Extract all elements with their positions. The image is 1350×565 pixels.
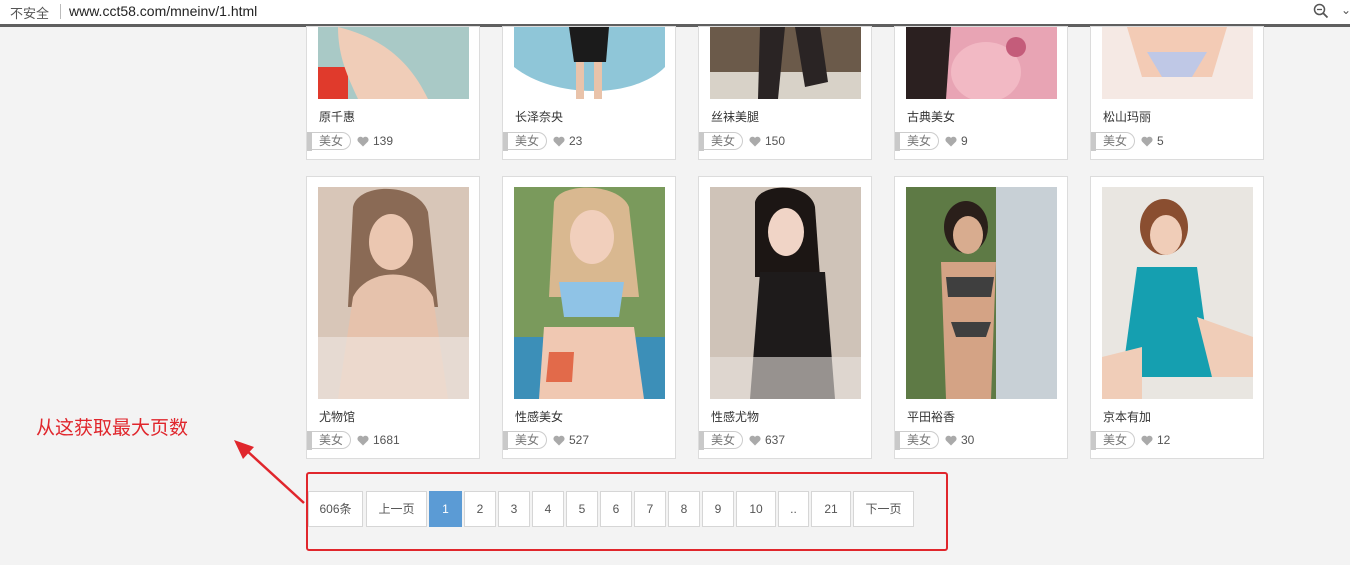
heart-icon[interactable] <box>553 435 565 446</box>
address-separator <box>60 4 61 19</box>
card-meta: 美女 637 <box>699 431 849 450</box>
annotation-text: 从这获取最大页数 <box>36 418 189 439</box>
page-button[interactable]: 2 <box>464 491 496 527</box>
card-title[interactable]: 原千惠 <box>319 108 355 125</box>
category-tag[interactable]: 美女 <box>307 132 352 151</box>
card-meta: 美女 150 <box>699 132 849 151</box>
card-photo[interactable] <box>710 187 861 399</box>
page-button[interactable]: 9 <box>702 491 734 527</box>
heart-icon[interactable] <box>749 136 761 147</box>
security-label[interactable]: 不安全 <box>10 3 49 22</box>
heart-icon[interactable] <box>945 435 957 446</box>
prev-page-button[interactable]: 上一页 <box>366 491 427 527</box>
page-button[interactable]: 10 <box>736 491 776 527</box>
page-button[interactable]: 7 <box>634 491 666 527</box>
card-meta: 美女 5 <box>1091 132 1241 151</box>
zoom-icon[interactable] <box>1312 2 1330 20</box>
card-meta: 美女 12 <box>1091 431 1241 450</box>
photo-card[interactable]: 平田裕香 美女 30 <box>894 176 1068 459</box>
more-icon[interactable]: ⌄ <box>1341 3 1350 17</box>
heart-icon[interactable] <box>357 435 369 446</box>
heart-icon[interactable] <box>1141 136 1153 147</box>
category-tag[interactable]: 美女 <box>1091 431 1136 450</box>
card-photo[interactable] <box>906 187 1057 399</box>
photo-card[interactable]: 京本有加 美女 12 <box>1090 176 1264 459</box>
card-title[interactable]: 性感美女 <box>515 408 563 425</box>
total-count: 606条 <box>308 491 363 527</box>
photo-card[interactable]: 尤物馆 美女 1681 <box>306 176 480 459</box>
card-photo[interactable] <box>906 27 1057 99</box>
heart-icon[interactable] <box>357 136 369 147</box>
card-meta: 美女 9 <box>895 132 1045 151</box>
next-page-button[interactable]: 下一页 <box>853 491 914 527</box>
card-photo[interactable] <box>1102 187 1253 399</box>
heart-icon[interactable] <box>1141 435 1153 446</box>
page-button[interactable]: 8 <box>668 491 700 527</box>
card-photo[interactable] <box>710 27 861 99</box>
category-tag[interactable]: 美女 <box>699 431 744 450</box>
page-button[interactable]: 6 <box>600 491 632 527</box>
card-meta: 美女 30 <box>895 431 1045 450</box>
category-tag[interactable]: 美女 <box>895 431 940 450</box>
photo-card[interactable]: 原千惠 美女 139 <box>306 26 480 160</box>
card-photo[interactable] <box>1102 27 1253 99</box>
card-title[interactable]: 尤物馆 <box>319 408 355 425</box>
like-count: 150 <box>765 134 786 148</box>
like-count: 12 <box>1157 433 1171 447</box>
card-photo[interactable] <box>514 27 665 99</box>
url-field[interactable]: www.cct58.com/mneinv/1.html <box>69 3 257 19</box>
like-count: 637 <box>765 433 786 447</box>
photo-card[interactable]: 古典美女 美女 9 <box>894 26 1068 160</box>
card-photo[interactable] <box>318 187 469 399</box>
photo-card[interactable]: 性感美女 美女 527 <box>502 176 676 459</box>
card-title[interactable]: 长泽奈央 <box>515 108 563 125</box>
heart-icon[interactable] <box>553 136 565 147</box>
page-button[interactable]: 5 <box>566 491 598 527</box>
card-title[interactable]: 古典美女 <box>907 108 955 125</box>
card-meta: 美女 23 <box>503 132 653 151</box>
page-ellipsis: .. <box>778 491 809 527</box>
photo-card[interactable]: 长泽奈央 美女 23 <box>502 26 676 160</box>
like-count: 1681 <box>373 433 400 447</box>
page-button[interactable]: 4 <box>532 491 564 527</box>
photo-card[interactable]: 性感尤物 美女 637 <box>698 176 872 459</box>
browser-address-bar: 不安全 www.cct58.com/mneinv/1.html ⌄ <box>0 0 1350 27</box>
card-title[interactable]: 松山玛丽 <box>1103 108 1151 125</box>
like-count: 23 <box>569 134 583 148</box>
category-tag[interactable]: 美女 <box>503 132 548 151</box>
like-count: 5 <box>1157 134 1164 148</box>
page-button-current[interactable]: 1 <box>429 491 462 527</box>
photo-card[interactable]: 丝袜美腿 美女 150 <box>698 26 872 160</box>
heart-icon[interactable] <box>749 435 761 446</box>
category-tag[interactable]: 美女 <box>895 132 940 151</box>
card-meta: 美女 1681 <box>307 431 457 450</box>
card-title[interactable]: 平田裕香 <box>907 408 955 425</box>
card-title[interactable]: 丝袜美腿 <box>711 108 759 125</box>
photo-card[interactable]: 松山玛丽 美女 5 <box>1090 26 1264 160</box>
heart-icon[interactable] <box>945 136 957 147</box>
card-photo[interactable] <box>318 27 469 99</box>
like-count: 139 <box>373 134 394 148</box>
card-title[interactable]: 性感尤物 <box>711 408 759 425</box>
category-tag[interactable]: 美女 <box>503 431 548 450</box>
category-tag[interactable]: 美女 <box>699 132 744 151</box>
card-meta: 美女 527 <box>503 431 653 450</box>
card-meta: 美女 139 <box>307 132 457 151</box>
category-tag[interactable]: 美女 <box>1091 132 1136 151</box>
card-title[interactable]: 京本有加 <box>1103 408 1151 425</box>
page-button[interactable]: 3 <box>498 491 530 527</box>
like-count: 30 <box>961 433 975 447</box>
card-photo[interactable] <box>514 187 665 399</box>
like-count: 527 <box>569 433 590 447</box>
last-page-button[interactable]: 21 <box>811 491 851 527</box>
like-count: 9 <box>961 134 968 148</box>
category-tag[interactable]: 美女 <box>307 431 352 450</box>
